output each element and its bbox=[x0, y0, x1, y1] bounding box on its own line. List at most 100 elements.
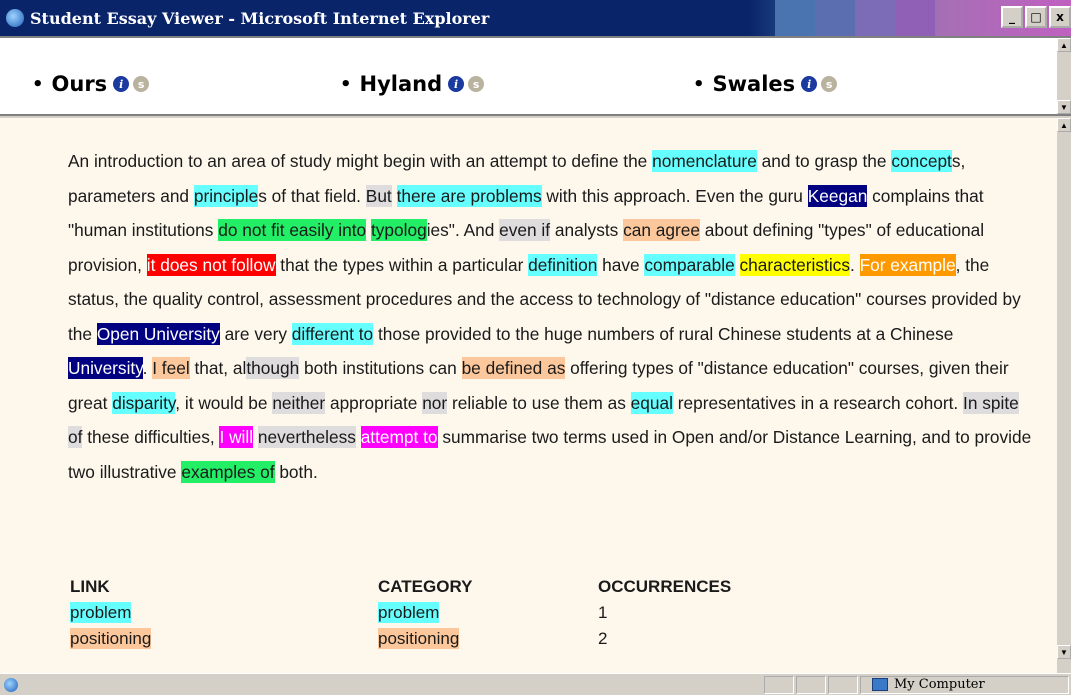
nav-frame: • Ours i s • Hyland i s • Swales i s ▲ ▼ bbox=[0, 36, 1071, 116]
scroll-down-button[interactable]: ▼ bbox=[1057, 645, 1071, 659]
essay-text-run: both. bbox=[274, 461, 318, 482]
essay-frame: An introduction to an area of study migh… bbox=[0, 118, 1071, 673]
bullet-icon: • bbox=[340, 73, 352, 95]
nav-item-ours[interactable]: • Ours i s bbox=[32, 72, 150, 96]
highlighted-phrase[interactable]: definition bbox=[528, 253, 598, 276]
status-cell bbox=[828, 676, 858, 694]
highlighted-phrase[interactable]: nor bbox=[422, 391, 448, 414]
essay-text-run: those provided to the huge numbers of ru… bbox=[373, 323, 954, 344]
nav-item-label[interactable]: Ours bbox=[52, 72, 108, 96]
close-button[interactable]: x bbox=[1049, 6, 1071, 28]
highlighted-phrase[interactable]: be defined as bbox=[461, 357, 566, 379]
essay-text-run bbox=[392, 186, 397, 206]
column-header-occurrences: OCCURRENCES bbox=[598, 577, 732, 596]
status-bar: My Computer bbox=[0, 673, 1071, 695]
essay-text-run: . bbox=[849, 254, 860, 275]
highlighted-phrase[interactable]: even if bbox=[499, 219, 551, 241]
essay-text-run bbox=[735, 255, 740, 275]
restore-button[interactable]: □ bbox=[1025, 6, 1047, 28]
essay-text-run: these difficulties, bbox=[82, 427, 220, 447]
essay-text-run: with this approach. Even the guru bbox=[541, 185, 808, 206]
link-cell[interactable]: positioning bbox=[70, 628, 152, 649]
window-controls: _ □ x bbox=[1001, 6, 1071, 28]
column-header-category: CATEGORY bbox=[378, 577, 473, 596]
essay-text-run: are very bbox=[219, 323, 292, 344]
highlighted-phrase[interactable]: I will bbox=[219, 426, 254, 448]
nav-item-label[interactable]: Swales bbox=[713, 72, 796, 96]
summary-icon[interactable]: s bbox=[133, 76, 150, 92]
highlighted-phrase[interactable]: University bbox=[68, 357, 143, 379]
nav-item-label[interactable]: Hyland bbox=[360, 72, 443, 96]
title-bar: Student Essay Viewer - Microsoft Interne… bbox=[0, 0, 1071, 36]
highlighted-phrase[interactable]: examples of bbox=[181, 460, 275, 483]
essay-text-run: , it would be bbox=[175, 392, 273, 413]
info-icon[interactable]: i bbox=[448, 76, 465, 92]
ie-icon bbox=[6, 9, 24, 27]
link-cell[interactable]: problem bbox=[70, 602, 132, 623]
highlighted-phrase[interactable]: there are problems bbox=[396, 184, 542, 207]
scroll-up-button[interactable]: ▲ bbox=[1057, 118, 1071, 132]
nav-item-hyland[interactable]: • Hyland i s bbox=[340, 72, 485, 96]
essay-scrollbar[interactable]: ▲ ▼ bbox=[1057, 118, 1071, 673]
highlighted-phrase[interactable]: it does not follow bbox=[146, 253, 276, 276]
occurrences-cell: 2 bbox=[598, 629, 608, 648]
essay-text-run: appropriate bbox=[325, 392, 423, 413]
essay-text-run: analysts bbox=[550, 220, 624, 240]
info-icon[interactable]: i bbox=[801, 76, 818, 92]
highlighted-phrase[interactable]: do not fit easily into bbox=[218, 219, 367, 241]
nav-scrollbar[interactable]: ▲ ▼ bbox=[1057, 38, 1071, 114]
summary-icon[interactable]: s bbox=[821, 76, 838, 92]
essay-text-run: . bbox=[142, 358, 153, 378]
info-icon[interactable]: i bbox=[113, 76, 130, 92]
bullet-icon: • bbox=[32, 73, 44, 95]
status-cell bbox=[796, 676, 826, 694]
highlighted-phrase[interactable]: Open University bbox=[96, 322, 220, 345]
highlighted-phrase[interactable]: principle bbox=[193, 184, 259, 207]
highlighted-phrase[interactable]: concept bbox=[891, 150, 952, 172]
window-title: Student Essay Viewer - Microsoft Interne… bbox=[30, 8, 490, 28]
highlighted-phrase[interactable]: disparity bbox=[112, 391, 176, 414]
scroll-down-button[interactable]: ▼ bbox=[1057, 100, 1071, 114]
scroll-up-button[interactable]: ▲ bbox=[1057, 38, 1071, 52]
essay-text-run: representatives in a research cohort. bbox=[672, 392, 964, 413]
essay-text-run: s of that field. bbox=[258, 185, 366, 206]
essay-text-run: that the types within a particular bbox=[275, 254, 529, 275]
table-header-row: LINK CATEGORY OCCURRENCES bbox=[70, 574, 798, 600]
category-cell[interactable]: problem bbox=[378, 602, 440, 623]
page-icon bbox=[4, 678, 18, 692]
highlighted-phrase[interactable]: characteristics bbox=[739, 253, 850, 276]
highlighted-phrase[interactable]: But bbox=[365, 184, 392, 207]
essay-text-run: both institutions can bbox=[299, 358, 462, 378]
highlighted-phrase[interactable]: though bbox=[246, 357, 300, 379]
highlighted-phrase[interactable]: nomenclature bbox=[652, 150, 757, 172]
highlighted-phrase[interactable]: equal bbox=[630, 391, 673, 414]
essay-text: An introduction to an area of study migh… bbox=[68, 144, 1033, 489]
nav-item-swales[interactable]: • Swales i s bbox=[693, 72, 838, 96]
highlighted-phrase[interactable]: comparable bbox=[644, 253, 735, 276]
minimize-button[interactable]: _ bbox=[1001, 6, 1023, 28]
highlighted-phrase[interactable]: attempt to bbox=[360, 426, 438, 448]
highlighted-phrase[interactable]: different to bbox=[291, 322, 374, 345]
highlighted-phrase[interactable]: I feel bbox=[152, 357, 190, 379]
column-header-link: LINK bbox=[70, 577, 110, 596]
bullet-icon: • bbox=[693, 73, 705, 95]
computer-icon bbox=[872, 678, 888, 691]
highlighted-phrase[interactable]: typolog bbox=[370, 219, 427, 241]
essay-text-run: reliable to use them as bbox=[447, 392, 631, 413]
highlighted-phrase[interactable]: can agree bbox=[623, 219, 700, 241]
highlighted-phrase[interactable]: For example bbox=[859, 253, 956, 276]
category-cell[interactable]: positioning bbox=[378, 628, 460, 649]
essay-text-run: ies". And bbox=[426, 220, 500, 240]
table-row: problem problem 1 bbox=[70, 600, 798, 626]
highlighted-phrase[interactable]: Keegan bbox=[807, 184, 868, 207]
highlighted-phrase[interactable]: nevertheless bbox=[257, 426, 356, 448]
occurrences-cell: 1 bbox=[598, 603, 608, 622]
highlighted-phrase[interactable]: neither bbox=[272, 391, 326, 414]
links-table: LINK CATEGORY OCCURRENCES problem proble… bbox=[70, 574, 798, 652]
summary-icon[interactable]: s bbox=[468, 76, 485, 92]
essay-text-run: that, al bbox=[189, 358, 247, 378]
title-bar-gradient-blocks bbox=[775, 0, 935, 36]
essay-text-run: and to grasp the bbox=[756, 151, 892, 171]
status-zone: My Computer bbox=[894, 677, 985, 692]
status-cell bbox=[764, 676, 794, 694]
